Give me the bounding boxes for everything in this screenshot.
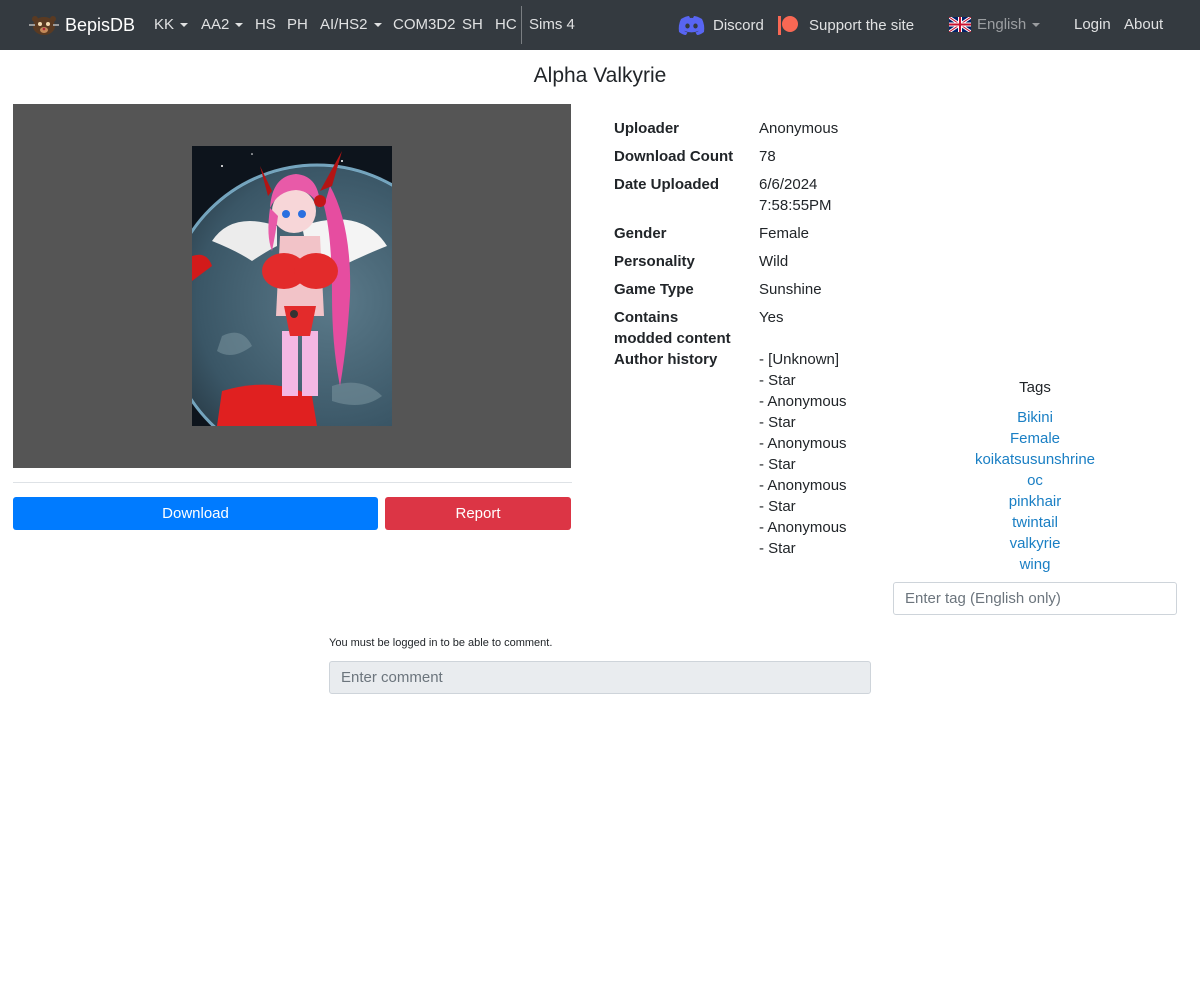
author-history-item: - Star [759, 414, 796, 431]
personality-label: Personality [614, 253, 695, 270]
nav-aa2-label: AA2 [201, 16, 230, 33]
card-preview [13, 104, 571, 468]
brand[interactable]: BepisDB [29, 12, 135, 38]
login-link[interactable]: Login [1074, 16, 1111, 33]
nav-hs-label: HS [255, 16, 276, 33]
patreon-icon [778, 16, 798, 35]
nav-sh-link[interactable]: SH [462, 16, 483, 33]
author-history-item: - Anonymous [759, 435, 847, 452]
uploader-value: Anonymous [759, 120, 839, 137]
tag-link-female[interactable]: Female [1010, 430, 1060, 447]
caret-down-icon [235, 22, 244, 27]
tag-link-bikini[interactable]: Bikini [1017, 409, 1053, 426]
author-history-item: - Star [759, 456, 796, 473]
brand-name: BepisDB [65, 14, 136, 35]
nav-kk-dropdown[interactable]: KK [154, 16, 189, 33]
modded-content-value: Yes [759, 309, 784, 326]
login-label: Login [1074, 16, 1111, 33]
author-history-item: - Anonymous [759, 477, 847, 494]
nav-sims4-link[interactable]: Sims 4 [529, 16, 575, 33]
author-history-item: - Anonymous [759, 519, 847, 536]
tag-link-valkyrie[interactable]: valkyrie [1010, 535, 1061, 552]
divider-line [13, 482, 572, 483]
date-uploaded-label: Date Uploaded [614, 176, 720, 193]
nav-aa2-dropdown[interactable]: AA2 [201, 16, 244, 33]
card-title: Alpha Valkyrie [533, 64, 667, 87]
game-type-label: Game Type [614, 281, 694, 298]
nav-hc-label: HC [495, 16, 517, 33]
nav-aihs2-label: AI/HS2 [320, 16, 368, 33]
nav-hs-link[interactable]: HS [255, 16, 276, 33]
gender-value: Female [759, 225, 810, 242]
nav-ph-label: PH [287, 16, 308, 33]
caret-down-icon [373, 22, 382, 27]
download-count-label: Download Count [614, 148, 734, 165]
author-history-item: - Star [759, 540, 796, 557]
report-button[interactable]: Report [385, 497, 571, 530]
date-uploaded-time: 7:58:55PM [759, 197, 832, 214]
nav-kk-label: KK [154, 16, 175, 33]
nav-com3d2-label: COM3D2 [393, 16, 456, 33]
about-label: About [1124, 16, 1164, 33]
caret-down-icon [1032, 22, 1041, 27]
author-history-item: - Star [759, 372, 796, 389]
discord-link[interactable]: Discord [678, 15, 764, 35]
nav-divider [521, 6, 522, 44]
comment-input[interactable] [329, 661, 871, 694]
tag-link-oc[interactable]: oc [1027, 472, 1043, 489]
language-dropdown[interactable]: English [949, 16, 1041, 33]
tag-input[interactable] [893, 582, 1177, 615]
uploader-label: Uploader [614, 120, 680, 137]
tag-link-twintail[interactable]: twintail [1012, 514, 1058, 531]
login-required-note: You must be logged in to be able to comm… [329, 637, 553, 649]
tags-heading: Tags [1019, 379, 1051, 396]
author-history-label: Author history [614, 351, 718, 368]
tags-list: Bikini Female koikatsusunshrine oc pinkh… [893, 407, 1177, 575]
uk-flag-icon [949, 17, 971, 32]
gender-label: Gender [614, 225, 667, 242]
nav-hc-link[interactable]: HC [495, 16, 517, 33]
tag-link-wing[interactable]: wing [1020, 556, 1051, 573]
download-button[interactable]: Download [13, 497, 378, 530]
nav-aihs2-dropdown[interactable]: AI/HS2 [320, 16, 382, 33]
personality-value: Wild [759, 253, 789, 270]
nav-ph-link[interactable]: PH [287, 16, 308, 33]
author-history-item: - Anonymous [759, 393, 847, 410]
nav-sims4-label: Sims 4 [529, 16, 575, 33]
author-history-list: - [Unknown] - Star - Anonymous - Star - … [759, 349, 847, 559]
discord-label: Discord [713, 16, 764, 34]
nav-sh-label: SH [462, 16, 483, 33]
download-count-value: 78 [759, 148, 776, 165]
author-history-item: - [Unknown] [759, 351, 840, 368]
modded-content-label-line1: Contains [614, 309, 679, 326]
about-link[interactable]: About [1124, 16, 1163, 33]
support-link[interactable]: Support the site [777, 15, 914, 35]
character-card-image[interactable] [192, 146, 392, 426]
discord-icon [678, 16, 705, 35]
tag-link-pinkhair[interactable]: pinkhair [1009, 493, 1062, 510]
date-uploaded-date: 6/6/2024 [759, 176, 818, 193]
game-type-value: Sunshine [759, 281, 822, 298]
nav-com3d2-link[interactable]: COM3D2 [393, 16, 456, 33]
top-navbar: BepisDB KK AA2 HS PH AI/HS2 COM3D2 SH HC… [0, 0, 1200, 50]
language-label: English [977, 16, 1027, 33]
author-history-item: - Star [759, 498, 796, 515]
modded-content-label-line2: modded content [614, 330, 731, 347]
tag-link-koikatsusunshrine[interactable]: koikatsusunshrine [975, 451, 1095, 468]
caret-down-icon [180, 22, 189, 27]
support-label: Support the site [809, 16, 915, 34]
bepis-logo-icon [29, 16, 59, 35]
